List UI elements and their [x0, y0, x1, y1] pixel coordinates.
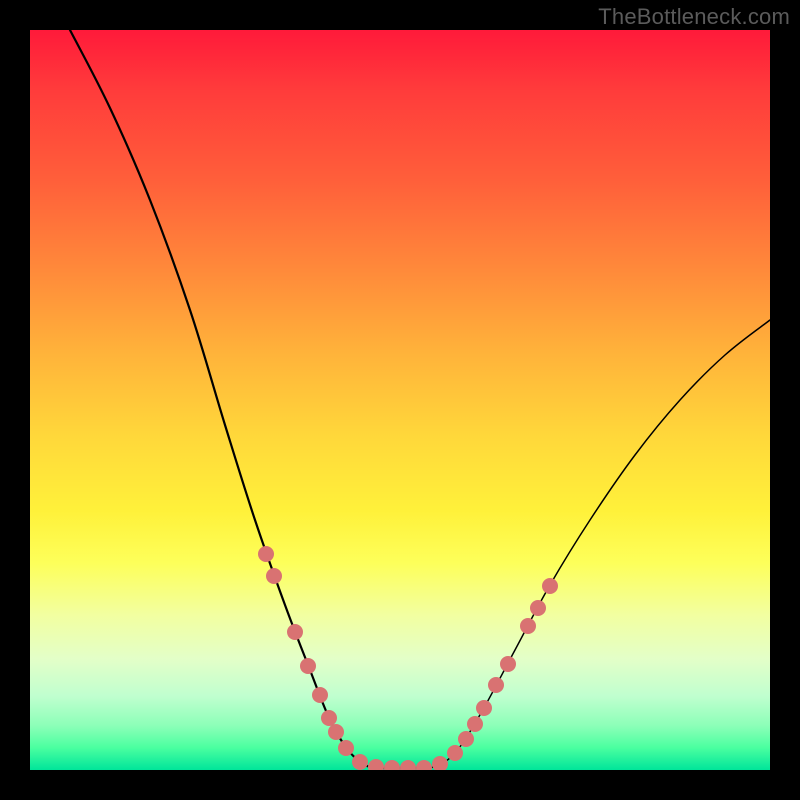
data-marker: [467, 716, 483, 732]
data-marker: [300, 658, 316, 674]
data-marker: [352, 754, 368, 770]
data-marker: [416, 760, 432, 770]
data-marker: [368, 759, 384, 770]
watermark-text: TheBottleneck.com: [598, 4, 790, 30]
data-marker: [384, 760, 400, 770]
marker-layer: [258, 546, 558, 770]
data-marker: [266, 568, 282, 584]
data-marker: [338, 740, 354, 756]
data-marker: [328, 724, 344, 740]
chart-svg: [30, 30, 770, 770]
curve-layer: [70, 30, 770, 768]
data-marker: [530, 600, 546, 616]
data-marker: [258, 546, 274, 562]
data-marker: [500, 656, 516, 672]
data-marker: [458, 731, 474, 747]
data-marker: [287, 624, 303, 640]
data-marker: [432, 756, 448, 770]
data-marker: [312, 687, 328, 703]
plot-area: [30, 30, 770, 770]
chart-frame: TheBottleneck.com: [0, 0, 800, 800]
data-marker: [488, 677, 504, 693]
data-marker: [542, 578, 558, 594]
data-marker: [520, 618, 536, 634]
data-marker: [447, 745, 463, 761]
data-marker: [321, 710, 337, 726]
data-marker: [476, 700, 492, 716]
data-marker: [400, 760, 416, 770]
series-left-curve: [70, 30, 380, 768]
